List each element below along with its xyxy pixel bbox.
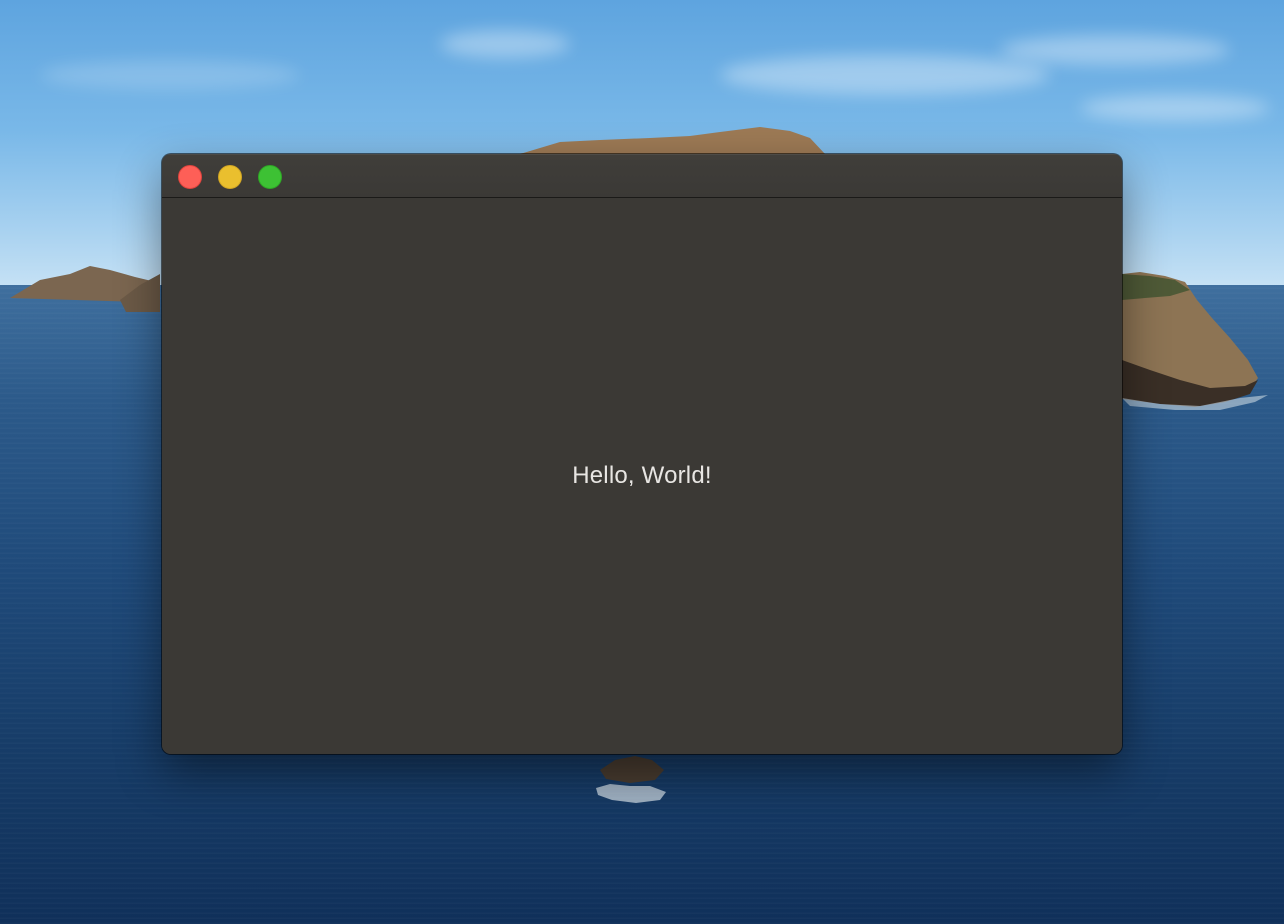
hello-world-label: Hello, World! [572, 462, 712, 489]
minimize-button[interactable] [218, 165, 242, 189]
window-content: Hello, World! [162, 198, 1122, 754]
close-button[interactable] [178, 165, 202, 189]
app-window: Hello, World! [162, 154, 1122, 754]
zoom-button[interactable] [258, 165, 282, 189]
window-titlebar[interactable] [162, 154, 1122, 198]
